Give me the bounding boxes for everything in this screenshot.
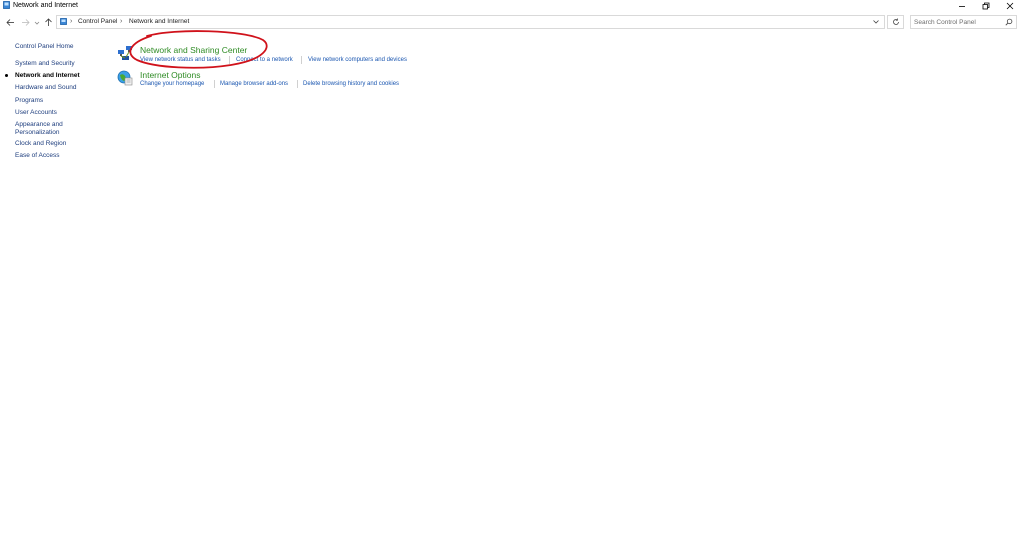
forward-arrow-icon <box>22 19 30 26</box>
task-divider <box>297 80 298 88</box>
navigation-bar: › Control Panel › Network and Internet <box>0 14 1024 31</box>
connect-to-network-link[interactable]: Connect to a network <box>236 56 293 64</box>
change-homepage-link[interactable]: Change your homepage <box>140 80 204 88</box>
control-panel-icon <box>3 1 10 9</box>
breadcrumb-control-panel[interactable]: Control Panel <box>78 17 117 27</box>
sidebar-item-clock-region[interactable]: Clock and Region <box>15 140 66 148</box>
sidebar-item-personalization[interactable]: Personalization <box>15 129 59 137</box>
minimize-icon <box>959 6 965 7</box>
breadcrumb-network-internet[interactable]: Network and Internet <box>129 17 189 27</box>
address-bar[interactable]: › Control Panel › Network and Internet <box>56 15 885 29</box>
back-button[interactable] <box>5 17 16 28</box>
sidebar-item-user-accounts[interactable]: User Accounts <box>15 109 57 117</box>
search-icon[interactable] <box>1005 18 1013 26</box>
restore-icon <box>982 2 990 10</box>
active-bullet <box>5 74 8 77</box>
task-divider <box>229 56 230 64</box>
title-bar: Network and Internet <box>0 0 1024 12</box>
minimize-button[interactable] <box>950 0 974 12</box>
sidebar-item-programs[interactable]: Programs <box>15 97 43 105</box>
sidebar-item-appearance[interactable]: Appearance and <box>15 121 63 129</box>
sidebar-item-ease-of-access[interactable]: Ease of Access <box>15 152 59 160</box>
search-box[interactable] <box>910 15 1017 29</box>
back-arrow-icon <box>6 19 14 26</box>
close-button[interactable] <box>998 0 1022 12</box>
sidebar-item-network-internet[interactable]: Network and Internet <box>15 72 80 80</box>
task-divider <box>214 80 215 88</box>
internet-options-icon <box>117 70 133 86</box>
sidebar-item-system-security[interactable]: System and Security <box>15 60 75 68</box>
recent-locations-button[interactable] <box>33 17 40 28</box>
address-dropdown-icon[interactable] <box>872 19 880 25</box>
chevron-right-icon: › <box>120 18 123 25</box>
internet-options-link[interactable]: Internet Options <box>140 70 200 80</box>
network-sharing-icon <box>118 46 132 60</box>
view-network-status-link[interactable]: View network status and tasks <box>140 56 221 64</box>
up-arrow-icon <box>45 18 52 26</box>
up-button[interactable] <box>43 17 54 28</box>
control-panel-icon <box>60 18 67 25</box>
manage-addons-link[interactable]: Manage browser add-ons <box>220 80 288 88</box>
delete-history-link[interactable]: Delete browsing history and cookies <box>303 80 399 88</box>
window-title: Network and Internet <box>13 2 78 9</box>
sidebar-home-link[interactable]: Control Panel Home <box>15 43 74 50</box>
restore-button[interactable] <box>974 0 998 12</box>
task-divider <box>301 56 302 64</box>
network-sharing-center-link[interactable]: Network and Sharing Center <box>140 45 247 55</box>
forward-button[interactable] <box>20 17 31 28</box>
view-network-computers-link[interactable]: View network computers and devices <box>308 56 407 64</box>
refresh-button[interactable] <box>887 15 904 29</box>
refresh-icon <box>892 18 899 25</box>
close-icon <box>1006 2 1014 10</box>
chevron-down-icon <box>34 21 39 25</box>
sidebar-item-hardware-sound[interactable]: Hardware and Sound <box>15 84 76 92</box>
search-input[interactable] <box>914 17 1002 27</box>
chevron-right-icon: › <box>70 18 73 25</box>
